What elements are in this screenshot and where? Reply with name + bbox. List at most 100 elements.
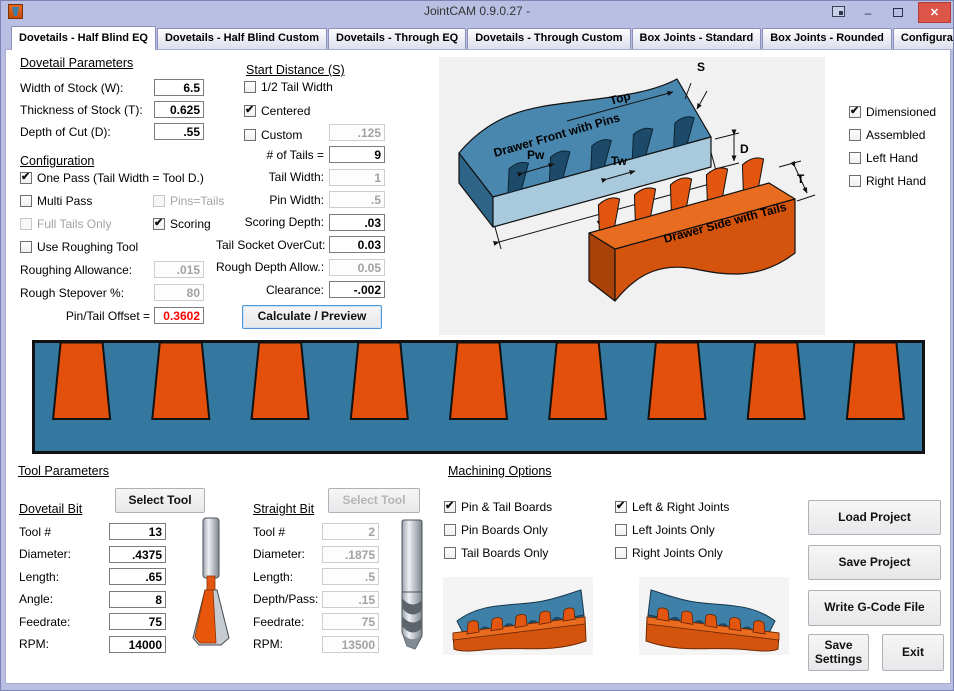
rough-stepover-row: Rough Stepover %: 80 <box>20 284 204 301</box>
view-option-checkbox-row[interactable]: Dimensioned <box>849 104 936 119</box>
tab[interactable]: Configuration <box>893 28 954 49</box>
board-option-checkbox-row[interactable]: Tail Boards Only <box>444 545 552 560</box>
value-field[interactable]: .65 <box>109 568 166 585</box>
view-option-checkbox[interactable] <box>849 175 861 187</box>
use-roughing-checkbox[interactable] <box>20 241 32 253</box>
checkbox-multi-pass[interactable]: Multi Pass <box>20 193 92 208</box>
value-field[interactable]: 13 <box>109 523 166 540</box>
value-field[interactable]: 1 <box>329 169 385 186</box>
stock-rows: Width of Stock (W): 6.5 Thickness of Sto… <box>20 79 204 145</box>
help-icon[interactable] <box>832 6 845 17</box>
checkbox-centered[interactable]: Centered <box>244 103 310 118</box>
close-icon: ✕ <box>930 6 939 19</box>
close-button[interactable]: ✕ <box>918 2 951 23</box>
custom-start-row: .125 <box>329 124 385 141</box>
field-row: Clearance: -.002 <box>216 281 385 298</box>
multi-pass-checkbox[interactable] <box>20 195 32 207</box>
view-option-checkbox-row[interactable]: Assembled <box>849 127 936 142</box>
joint-option-checkbox-row[interactable]: Right Joints Only <box>615 545 729 560</box>
field-row: Pin Width: .5 <box>216 191 385 208</box>
checkbox-half-tail-width[interactable]: 1/2 Tail Width <box>244 79 333 94</box>
view-option-checkbox[interactable] <box>849 106 861 118</box>
main-content: Dovetail Parameters Width of Stock (W): … <box>5 49 951 684</box>
straight-bit-heading: Straight Bit <box>253 502 314 516</box>
save-settings-button[interactable]: Save Settings <box>808 634 869 671</box>
field-row: RPM: 13500 <box>253 636 379 653</box>
value-field[interactable]: .5 <box>329 191 385 208</box>
value-field[interactable]: 6.5 <box>154 79 204 96</box>
exit-button[interactable]: Exit <box>882 634 944 671</box>
minimize-icon: – <box>865 6 872 20</box>
dovetail-bit-image <box>192 516 230 649</box>
view-option-checkbox-row[interactable]: Right Hand <box>849 174 936 189</box>
value-field[interactable]: 0.05 <box>329 259 385 276</box>
maximize-button[interactable] <box>885 2 911 23</box>
field-row: # of Tails = 9 <box>216 146 385 163</box>
board-options: Pin & Tail Boards Pin Boards Only Tail B… <box>444 499 552 568</box>
checkbox-scoring[interactable]: Scoring <box>153 216 211 231</box>
tab[interactable]: Dovetails - Through EQ <box>328 28 466 49</box>
checkbox-custom[interactable]: Custom <box>244 127 302 142</box>
joint-option-checkbox-row[interactable]: Left Joints Only <box>615 522 729 537</box>
app-window: JointCAM 0.9.0.27 - – ✕ Dovetails - Half… <box>0 0 954 691</box>
maximize-icon <box>893 8 903 17</box>
half-tail-width-checkbox[interactable] <box>244 81 256 93</box>
joint-preview-tail <box>53 343 110 420</box>
write-gcode-button[interactable]: Write G-Code File <box>808 590 941 626</box>
view-option-checkbox-row[interactable]: Left Hand <box>849 150 936 165</box>
one-pass-checkbox[interactable] <box>20 172 32 184</box>
board-option-checkbox[interactable] <box>444 524 456 536</box>
tab[interactable]: Dovetails - Half Blind EQ <box>11 26 156 50</box>
tool-parameters-heading: Tool Parameters <box>18 464 109 478</box>
window-title: JointCAM 0.9.0.27 - <box>1 4 953 18</box>
field-row: Angle: 8 <box>19 591 166 608</box>
field-row: Feedrate: 75 <box>19 613 166 630</box>
value-field[interactable]: 0.625 <box>154 101 204 118</box>
start-distance-heading: Start Distance (S) <box>246 63 345 77</box>
centered-checkbox[interactable] <box>244 105 256 117</box>
joint-option-checkbox[interactable] <box>615 501 627 513</box>
value-field[interactable]: .03 <box>329 214 385 231</box>
joint-option-checkbox[interactable] <box>615 547 627 559</box>
board-option-checkbox[interactable] <box>444 547 456 559</box>
select-dovetail-tool-button[interactable]: Select Tool <box>115 488 205 513</box>
joint-option-checkbox[interactable] <box>615 524 627 536</box>
minimize-button[interactable]: – <box>855 2 881 23</box>
dim-pw-label: Pw <box>527 148 545 162</box>
value-field[interactable]: 0.03 <box>329 236 385 253</box>
field-row: Depth of Cut (D): .55 <box>20 123 204 140</box>
save-project-button[interactable]: Save Project <box>808 545 941 580</box>
custom-checkbox[interactable] <box>244 129 256 141</box>
field-row: RPM: 14000 <box>19 636 166 653</box>
calculate-preview-button[interactable]: Calculate / Preview <box>242 305 382 329</box>
field-row: Thickness of Stock (T): 0.625 <box>20 101 204 118</box>
value-field[interactable]: 14000 <box>109 636 166 653</box>
value-field[interactable]: .55 <box>154 123 204 140</box>
full-tails-checkbox <box>20 218 32 230</box>
field-row: Scoring Depth: .03 <box>216 214 385 231</box>
tab[interactable]: Dovetails - Through Custom <box>467 28 630 49</box>
value-field[interactable]: 9 <box>329 146 385 163</box>
board-option-checkbox[interactable] <box>444 501 456 513</box>
value-field[interactable]: -.002 <box>329 281 385 298</box>
value-field[interactable]: .4375 <box>109 546 166 563</box>
view-option-checkbox[interactable] <box>849 152 861 164</box>
titlebar: JointCAM 0.9.0.27 - – ✕ <box>1 1 953 24</box>
scoring-checkbox[interactable] <box>153 218 165 230</box>
board-option-checkbox-row[interactable]: Pin & Tail Boards <box>444 499 552 514</box>
value-field[interactable]: 8 <box>109 591 166 608</box>
tab[interactable]: Box Joints - Rounded <box>762 28 892 49</box>
checkbox-one-pass[interactable]: One Pass (Tail Width = Tool D.) <box>20 170 204 185</box>
tab[interactable]: Dovetails - Half Blind Custom <box>157 28 327 49</box>
board-option-checkbox-row[interactable]: Pin Boards Only <box>444 522 552 537</box>
field-row: Rough Depth Allow.: 0.05 <box>216 259 385 276</box>
value-field[interactable]: 75 <box>109 613 166 630</box>
joint-option-checkbox-row[interactable]: Left & Right Joints <box>615 499 729 514</box>
view-option-checkbox[interactable] <box>849 129 861 141</box>
joint-options: Left & Right Joints Left Joints Only Rig… <box>615 499 729 568</box>
load-project-button[interactable]: Load Project <box>808 500 941 535</box>
tab[interactable]: Box Joints - Standard <box>632 28 762 49</box>
checkbox-use-roughing[interactable]: Use Roughing Tool <box>20 239 138 254</box>
rough-stepover-field: 80 <box>154 284 204 301</box>
value-field: .15 <box>322 591 379 608</box>
